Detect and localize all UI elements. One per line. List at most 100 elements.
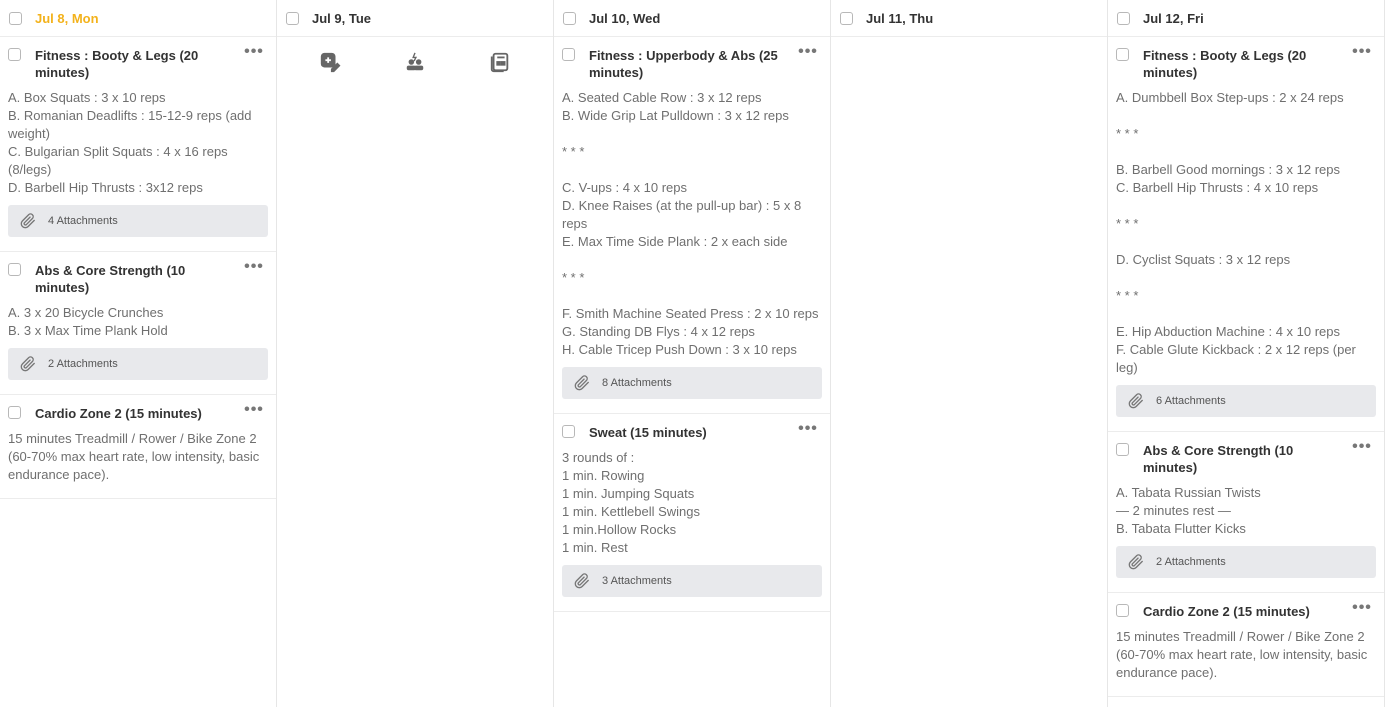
description-line: 15 minutes Treadmill / Rower / Bike Zone…: [8, 431, 260, 482]
task-checkbox[interactable]: [8, 263, 21, 276]
task-card[interactable]: Fitness : Booty & Legs (20 minutes) ••• A.…: [1108, 37, 1384, 432]
description-line: B. Romanian Deadlifts : 15-12-9 reps (ad…: [8, 108, 252, 141]
description-line: 1 min. Jumping Squats: [562, 486, 695, 501]
task-checkbox[interactable]: [1116, 604, 1129, 617]
attachments-label: 6 Attachments: [1156, 395, 1226, 407]
task-card[interactable]: Cardio Zone 2 (15 minutes) ••• 15 minutes …: [0, 395, 276, 499]
description-line: * * *: [562, 144, 585, 159]
task-checkbox[interactable]: [1116, 443, 1129, 456]
more-options-icon[interactable]: •••: [244, 259, 264, 275]
description-line: G. Standing DB Flys : 4 x 12 reps: [562, 324, 755, 339]
card-header: Fitness : Upperbody & Abs (25 minutes) ••…: [562, 44, 822, 81]
task-checkbox[interactable]: [1116, 48, 1129, 61]
task-checkbox[interactable]: [562, 48, 575, 61]
paperclip-icon: [1128, 393, 1143, 409]
more-options-icon[interactable]: •••: [244, 402, 264, 418]
description-line: B. Tabata Flutter Kicks: [1116, 521, 1246, 536]
card-header: Abs & Core Strength (10 minutes) •••: [1116, 439, 1376, 476]
day-header: Jul 11, Thu: [831, 0, 1107, 37]
day-checkbox[interactable]: [563, 11, 576, 25]
description-line: * * *: [1116, 126, 1139, 141]
day-column: Jul 9, Tue: [277, 0, 554, 707]
card-header: Cardio Zone 2 (15 minutes) •••: [1116, 600, 1376, 620]
attachments-button[interactable]: 4 Attachments: [8, 205, 268, 237]
description-line: A. 3 x 20 Bicycle Crunches: [8, 305, 164, 320]
day-column: Jul 12, Fri Fitness : Booty & Legs (20 mi…: [1108, 0, 1385, 707]
day-column: Jul 8, Mon Fitness : Booty & Legs (20 min…: [0, 0, 277, 707]
day-checkbox[interactable]: [286, 11, 299, 25]
day-checkbox[interactable]: [840, 11, 853, 25]
attachments-label: 8 Attachments: [602, 377, 672, 389]
add-card-icon[interactable]: [319, 51, 341, 73]
more-options-icon[interactable]: •••: [244, 44, 264, 60]
description-line: [562, 161, 822, 179]
card-description: 15 minutes Treadmill / Rower / Bike Zone…: [1116, 628, 1376, 682]
task-card[interactable]: Cardio Zone 2 (15 minutes) ••• 15 minutes …: [1108, 593, 1384, 697]
card-title: Cardio Zone 2 (15 minutes): [35, 406, 202, 421]
task-card[interactable]: Fitness : Booty & Legs (20 minutes) ••• A.…: [0, 37, 276, 252]
day-checkbox[interactable]: [1117, 11, 1130, 25]
day-title: Jul 9, Tue: [312, 10, 371, 26]
day-title: Jul 12, Fri: [1143, 10, 1204, 26]
description-line: C. V-ups : 4 x 10 reps: [562, 180, 688, 195]
description-line: * * *: [1116, 288, 1139, 303]
description-line: D. Knee Raises (at the pull-up bar) : 5 …: [562, 198, 802, 231]
board-icon[interactable]: [489, 51, 511, 73]
paperclip-icon: [574, 573, 589, 589]
description-line: C. Barbell Hip Thrusts : 4 x 10 reps: [1116, 180, 1319, 195]
more-options-icon[interactable]: •••: [1352, 600, 1372, 616]
attachments-button[interactable]: 8 Attachments: [562, 367, 822, 399]
day-column: Jul 11, Thu: [831, 0, 1108, 707]
day-checkbox[interactable]: [9, 11, 22, 25]
description-line: B. 3 x Max Time Plank Hold: [8, 323, 168, 338]
description-line: [1116, 143, 1376, 161]
calendar-board: Jul 8, Mon Fitness : Booty & Legs (20 min…: [0, 0, 1389, 707]
description-line: [1116, 107, 1376, 125]
paperclip-icon: [574, 375, 589, 391]
card-description: 3 rounds of : 1 min. Rowing 1 min. Jumping…: [562, 449, 822, 557]
empty-day-tools: [277, 37, 553, 87]
card-description: A. 3 x 20 Bicycle Crunches B. 3 x Max Tim…: [8, 304, 268, 340]
card-title: Fitness : Booty & Legs (20 minutes): [1143, 48, 1307, 80]
card-description: 15 minutes Treadmill / Rower / Bike Zone…: [8, 430, 268, 484]
attachments-button[interactable]: 2 Attachments: [1116, 546, 1376, 578]
description-line: [562, 125, 822, 143]
task-card[interactable]: Fitness : Upperbody & Abs (25 minutes) ••…: [554, 37, 830, 414]
attachments-button[interactable]: 6 Attachments: [1116, 385, 1376, 417]
description-line: B. Barbell Good mornings : 3 x 12 reps: [1116, 162, 1341, 177]
task-checkbox[interactable]: [8, 48, 21, 61]
description-line: [1116, 197, 1376, 215]
description-line: * * *: [562, 270, 585, 285]
card-title: Cardio Zone 2 (15 minutes): [1143, 604, 1310, 619]
description-line: 1 min. Rest: [562, 540, 628, 555]
description-line: 1 min. Kettlebell Swings: [562, 504, 701, 519]
description-line: F. Smith Machine Seated Press : 2 x 10 r…: [562, 306, 819, 321]
more-options-icon[interactable]: •••: [798, 44, 818, 60]
description-line: E. Hip Abduction Machine : 4 x 10 reps: [1116, 324, 1341, 339]
description-line: A. Box Squats : 3 x 10 reps: [8, 90, 166, 105]
description-line: D. Cyclist Squats : 3 x 12 reps: [1116, 252, 1291, 267]
card-description: A. Tabata Russian Twists — 2 minutes rest…: [1116, 484, 1376, 538]
template-icon[interactable]: [404, 51, 426, 73]
task-checkbox[interactable]: [562, 425, 575, 438]
card-title: Abs & Core Strength (10 minutes): [1143, 443, 1294, 475]
card-title: Fitness : Upperbody & Abs (25 minutes): [589, 48, 778, 80]
task-card[interactable]: Sweat (15 minutes) ••• 3 rounds of : 1 min.…: [554, 414, 830, 612]
more-options-icon[interactable]: •••: [1352, 439, 1372, 455]
task-card[interactable]: Abs & Core Strength (10 minutes) ••• A. Ta…: [1108, 432, 1384, 593]
description-line: 1 min.Hollow Rocks: [562, 522, 677, 537]
day-header: Jul 8, Mon: [0, 0, 276, 37]
task-card[interactable]: Abs & Core Strength (10 minutes) ••• A. 3 …: [0, 252, 276, 395]
attachments-label: 3 Attachments: [602, 575, 672, 587]
day-column: Jul 10, Wed Fitness : Upperbody & Abs (25…: [554, 0, 831, 707]
more-options-icon[interactable]: •••: [1352, 44, 1372, 60]
task-checkbox[interactable]: [8, 406, 21, 419]
attachments-button[interactable]: 2 Attachments: [8, 348, 268, 380]
day-title: Jul 10, Wed: [589, 10, 661, 26]
attachments-button[interactable]: 3 Attachments: [562, 565, 822, 597]
card-header: Sweat (15 minutes) •••: [562, 421, 822, 441]
description-line: A. Dumbbell Box Step-ups : 2 x 24 reps: [1116, 90, 1344, 105]
description-line: D. Barbell Hip Thrusts : 3x12 reps: [8, 180, 203, 195]
more-options-icon[interactable]: •••: [798, 421, 818, 437]
card-title: Fitness : Booty & Legs (20 minutes): [35, 48, 199, 80]
